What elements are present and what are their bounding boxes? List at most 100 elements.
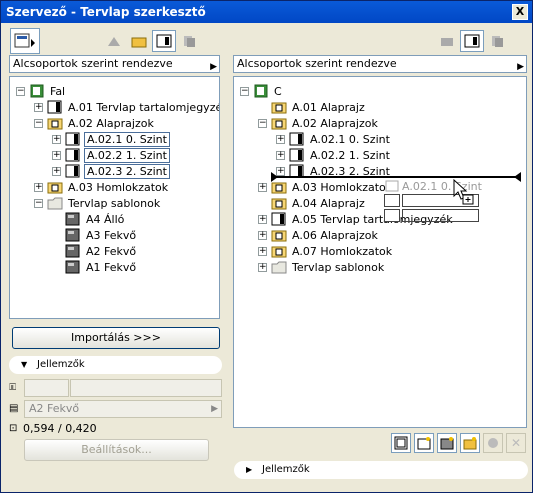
subset-folder-icon xyxy=(47,180,63,194)
new-master-icon[interactable] xyxy=(414,433,434,453)
properties-label: Jellemzők xyxy=(37,359,85,370)
tree-row[interactable]: − A.02 Alaprajzok xyxy=(258,115,380,131)
dropdown-arrow-icon: ▶ xyxy=(517,62,524,72)
window-title: Szervező - Tervlap szerkesztő xyxy=(6,5,206,19)
title-bar[interactable]: Szervező - Tervlap szerkesztő X xyxy=(1,1,532,23)
expander-icon[interactable]: − xyxy=(34,118,43,128)
master-dropdown[interactable]: A2 Fekvő ▶ xyxy=(24,400,222,418)
tree-row[interactable]: + A.02.2 1. Szint xyxy=(276,147,392,163)
tree-row[interactable]: A4 Álló xyxy=(52,211,126,227)
record-icon[interactable] xyxy=(483,433,503,453)
tree-item-label: A.02.2 1. Szint xyxy=(84,147,170,163)
tree-row[interactable]: A3 Fekvő xyxy=(52,227,138,243)
tree-item-label: A4 Álló xyxy=(86,212,125,226)
layout-book-tab-icon[interactable] xyxy=(152,30,176,52)
new-folder-icon[interactable] xyxy=(460,433,480,453)
drag-outline-label-2 xyxy=(402,209,479,222)
tree-row[interactable]: A.04 Alaprajz xyxy=(258,195,367,211)
expander-icon[interactable]: + xyxy=(34,102,43,112)
left-sort-label: Alcsoportok szerint rendezve xyxy=(13,57,173,70)
new-subset-icon[interactable] xyxy=(437,433,457,453)
expander-icon[interactable]: + xyxy=(258,246,267,256)
tree-row[interactable]: A.01 Alaprajz xyxy=(258,99,367,115)
settings-button[interactable]: Beállítások... xyxy=(24,439,209,461)
tree-row[interactable]: + A.03 Homlokzatok xyxy=(258,179,394,195)
tree-row[interactable]: + A.01 Tervlap tartalomjegyzék xyxy=(34,99,219,115)
drag-outline-box xyxy=(384,194,400,207)
tree-row[interactable]: − A.02 Alaprajzok xyxy=(34,115,156,131)
tree-row[interactable]: + A.02.3 2. Szint xyxy=(52,163,170,179)
expander-icon[interactable]: − xyxy=(34,198,43,208)
tree-row[interactable]: A2 Fekvő xyxy=(52,243,138,259)
tree-row[interactable]: − C xyxy=(240,83,284,99)
id-icon: 🗉 xyxy=(9,382,17,393)
tree-row[interactable]: + A.02.1 0. Szint xyxy=(276,131,392,147)
layout-icon xyxy=(289,148,305,162)
tree-row[interactable]: − Fal xyxy=(16,83,67,99)
import-button[interactable]: Importálás >>> xyxy=(12,327,220,349)
new-layout-icon[interactable] xyxy=(391,433,411,453)
expander-icon[interactable]: + xyxy=(52,150,61,160)
tree-row[interactable]: + A.02.1 0. Szint xyxy=(52,131,170,147)
project-tree-icon[interactable] xyxy=(102,30,126,52)
tree-row[interactable]: + A.02.2 1. Szint xyxy=(52,147,170,163)
right-tree-view[interactable]: − C A.01 Alaprajz − A.02 Alaprajzok + A.02.1 0… xyxy=(233,76,527,428)
tree-item-label: A3 Fekvő xyxy=(86,228,137,242)
expander-icon[interactable]: + xyxy=(276,134,285,144)
right-sort-dropdown[interactable]: Alcsoportok szerint rendezve ▶ xyxy=(233,55,527,73)
right-project-tree-icon[interactable] xyxy=(435,30,459,52)
left-toolbar xyxy=(9,28,46,54)
master-layout-icon xyxy=(65,244,81,258)
view-selector-button[interactable] xyxy=(10,28,40,54)
close-button[interactable]: X xyxy=(512,4,528,20)
layout-icon xyxy=(65,132,81,146)
expander-icon[interactable]: + xyxy=(258,182,267,192)
tree-row[interactable]: + Tervlap sablonok xyxy=(258,259,386,275)
master-layout-icon: ▤ xyxy=(9,403,19,414)
left-properties-header[interactable]: ▼ Jellemzők xyxy=(9,356,222,374)
name-field[interactable] xyxy=(70,379,222,397)
id-field[interactable] xyxy=(24,379,69,397)
tree-row[interactable]: + A.03 Homlokzatok xyxy=(34,179,170,195)
expander-icon[interactable]: + xyxy=(276,150,285,160)
master-layout-icon xyxy=(65,228,81,242)
tree-item-label: A.02.3 2. Szint xyxy=(84,163,170,179)
tree-item-label: A.02.2 1. Szint xyxy=(310,148,390,162)
expander-icon[interactable]: + xyxy=(258,230,267,240)
tree-item-label: A.02.1 0. Szint xyxy=(84,131,170,147)
right-layout-book-icon[interactable] xyxy=(460,30,484,52)
right-publisher-icon[interactable] xyxy=(485,30,509,52)
right-properties-header[interactable]: ▶ Jellemzők xyxy=(234,461,528,479)
master-value: A2 Fekvő xyxy=(29,402,80,415)
expander-icon[interactable]: − xyxy=(240,86,249,96)
book-icon xyxy=(253,84,269,98)
left-sort-dropdown[interactable]: Alcsoportok szerint rendezve ▶ xyxy=(9,55,220,73)
tree-item-label: C xyxy=(274,84,282,98)
tree-row[interactable]: + A.06 Alaprajzok xyxy=(258,227,380,243)
book-icon xyxy=(29,84,45,98)
expander-icon[interactable]: + xyxy=(258,214,267,224)
layout-icon xyxy=(47,100,63,114)
tree-item-label: A1 Fekvő xyxy=(86,260,137,274)
tree-item-label: Fal xyxy=(50,84,66,98)
view-map-folder-icon[interactable] xyxy=(127,30,151,52)
ghost-layout-icon xyxy=(385,180,399,192)
tree-item-label: A.02 Alaprajzok xyxy=(68,116,154,130)
folder-icon xyxy=(271,260,287,274)
expander-icon[interactable]: − xyxy=(16,86,25,96)
expander-icon[interactable]: + xyxy=(34,182,43,192)
expander-icon[interactable]: − xyxy=(258,118,267,128)
tree-row[interactable]: − Tervlap sablonok xyxy=(34,195,162,211)
left-tree-view[interactable]: − Fal + A.01 Tervlap tartalomjegyzék − A.02 A… xyxy=(9,76,220,319)
tree-row[interactable]: + A.07 Homlokzatok xyxy=(258,243,394,259)
expander-icon[interactable]: + xyxy=(52,134,61,144)
tree-row[interactable]: A1 Fekvő xyxy=(52,259,138,275)
mouse-cursor-icon xyxy=(453,178,475,208)
expander-icon[interactable]: + xyxy=(52,166,61,176)
publisher-icon[interactable] xyxy=(177,30,201,52)
dropdown-arrow-icon: ▶ xyxy=(210,62,217,72)
expand-arrow-icon: ▶ xyxy=(246,465,253,474)
expander-icon[interactable]: + xyxy=(258,262,267,272)
view-map-icon xyxy=(14,33,35,48)
delete-icon[interactable]: ✕ xyxy=(506,433,526,453)
